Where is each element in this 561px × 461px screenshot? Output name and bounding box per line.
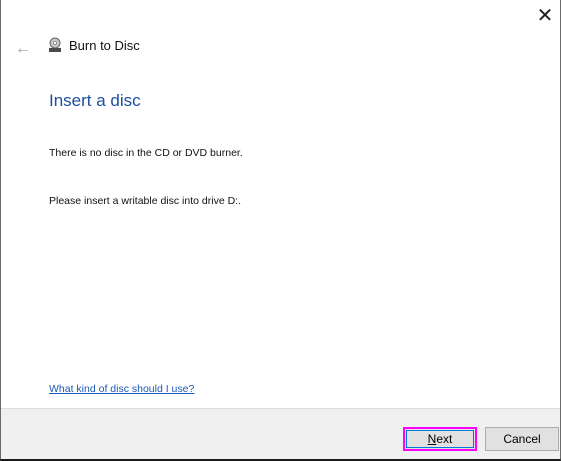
no-disc-message: There is no disc in the CD or DVD burner…	[49, 147, 243, 159]
disc-help-link[interactable]: What kind of disc should I use?	[49, 383, 194, 395]
dialog-title: Burn to Disc	[69, 37, 140, 53]
next-label-rest: ext	[436, 432, 453, 446]
burn-to-disc-dialog: ✕ ← Burn to Disc Insert a disc There is …	[0, 0, 561, 461]
back-arrow-icon[interactable]: ←	[15, 40, 31, 58]
disc-burner-icon	[49, 37, 61, 52]
button-bar: Next Cancel	[1, 408, 560, 459]
dialog-title-row: Burn to Disc	[47, 37, 140, 53]
page-heading: Insert a disc	[49, 91, 141, 110]
cancel-button[interactable]: Cancel	[485, 427, 559, 451]
next-button[interactable]: Next	[403, 427, 477, 451]
insert-disc-message: Please insert a writable disc into drive…	[49, 195, 241, 207]
next-mnemonic: N	[427, 432, 437, 446]
close-icon[interactable]: ✕	[534, 6, 556, 28]
